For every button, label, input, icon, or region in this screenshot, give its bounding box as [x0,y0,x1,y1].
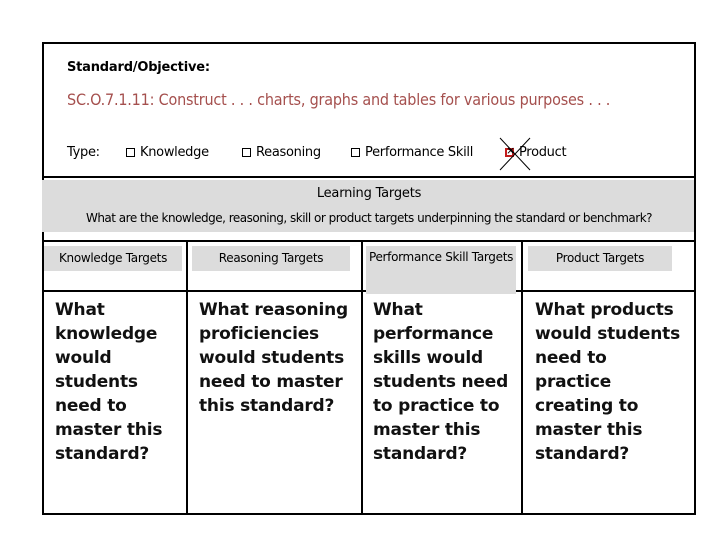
divider [42,176,696,178]
type-option-reasoning[interactable]: Reasoning [242,145,321,160]
checked-checkbox-icon[interactable] [505,144,515,157]
option-label: Knowledge [140,145,209,160]
type-option-performance-skill[interactable]: Performance Skill [351,145,473,160]
standard-label: Standard/Objective: [67,60,210,75]
checkbox-icon[interactable] [242,148,251,157]
option-label: Reasoning [256,145,321,160]
header-reasoning-targets: Reasoning Targets [192,246,350,271]
option-label: Product [519,145,567,160]
checkbox-icon[interactable] [351,148,360,157]
standard-text: SC.O.7.1.11: Construct . . . charts, gra… [67,90,611,109]
knowledge-targets-cell: What knowledge would students need to ma… [55,300,163,464]
learning-targets-subtitle: What are the knowledge, reasoning, skill… [85,211,653,225]
header-knowledge-targets: Knowledge Targets [44,246,182,271]
type-option-product[interactable]: Product [505,144,567,160]
option-label: Performance Skill [365,145,474,160]
type-option-knowledge[interactable]: Knowledge [126,145,209,160]
checkbox-icon[interactable] [126,148,135,157]
header-product-targets: Product Targets [528,246,672,271]
header-performance-skill-targets: Performance Skill Targets [366,246,516,294]
column-divider [186,240,188,515]
type-label: Type: [67,145,100,160]
divider [42,240,696,242]
performance-skill-targets-cell: What performance skills would students n… [373,300,509,464]
learning-targets-title: Learning Targets [316,186,422,201]
column-divider [361,240,363,515]
product-targets-cell: What products would students need to pra… [535,300,680,464]
reasoning-targets-cell: What reasoning proficiencies would stude… [199,300,348,416]
